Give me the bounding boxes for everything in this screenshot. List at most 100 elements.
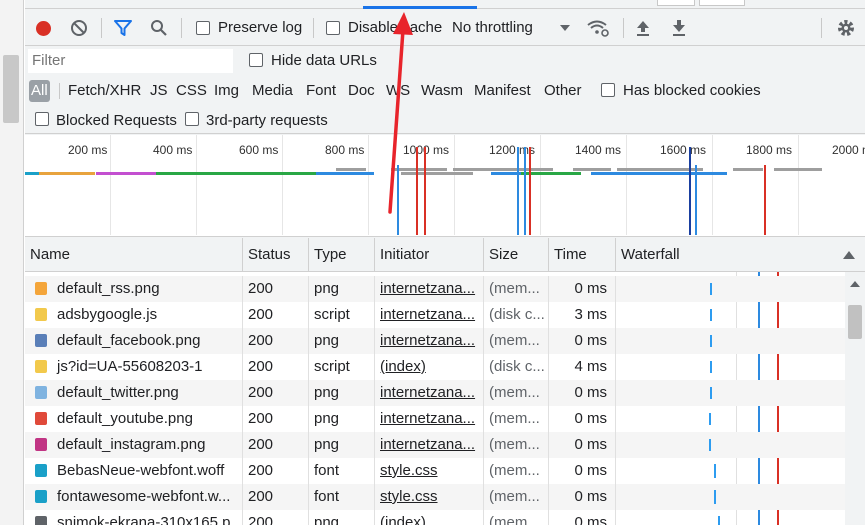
network-settings-button[interactable] [836,18,856,38]
request-name-text: adsbygoogle.js [57,306,158,323]
timeline-gridline [798,135,799,235]
request-initiator[interactable]: style.css [375,484,484,510]
image-icon [35,412,47,425]
clear-button[interactable] [69,18,89,38]
waterfall-bar [714,490,716,504]
filter-bar: Hide data URLs [25,47,865,75]
blocked-requests-checkbox[interactable] [35,112,49,126]
column-header-name[interactable]: Name [25,238,243,272]
request-status: 200 [243,354,309,380]
request-name-text: default_facebook.png [57,332,201,349]
table-scrollbar[interactable] [845,272,865,525]
request-initiator[interactable]: internetzana... [375,432,484,458]
request-name: BebasNeue-webfont.woff [25,458,243,484]
timeline-tick-label: 800 ms [325,143,365,157]
has-blocked-cookies-checkbox[interactable] [601,83,615,97]
request-initiator[interactable]: internetzana... [375,328,484,354]
column-header-status[interactable]: Status [243,238,309,272]
search-button[interactable] [149,18,169,38]
column-header-time[interactable]: Time [549,238,616,272]
scroll-up-arrow-icon[interactable] [850,281,860,287]
left-scrollbar-thumb[interactable] [3,55,19,123]
request-initiator[interactable]: internetzana... [375,406,484,432]
request-size: (mem... [484,406,549,432]
table-row[interactable]: default_instagram.png 200 png internetzana.… [25,432,845,458]
type-filter-manifest[interactable]: Manifest [474,80,531,102]
table-rows: default_rss.png 200 png internetzana... (mem… [25,276,845,525]
panel-tab-strip [25,0,865,9]
tab-box[interactable] [699,0,745,6]
timeline-gridline [196,135,197,235]
request-size: (mem... [484,510,549,525]
table-row[interactable]: default_rss.png 200 png internetzana... (mem… [25,276,845,302]
table-row[interactable]: fontawesome-webfont.w... 200 font style.css… [25,484,845,510]
timeline-tick-label: 1600 ms [660,143,707,157]
hide-data-urls-checkbox[interactable] [249,53,263,67]
request-time: 0 ms [549,432,616,458]
request-initiator[interactable]: (index) [375,510,484,525]
column-header-initiator[interactable]: Initiator [375,238,484,272]
type-filter-ws[interactable]: WS [386,80,410,102]
image-icon [35,516,47,525]
type-filter-font[interactable]: Font [306,80,336,102]
third-party-requests-checkbox[interactable] [185,112,199,126]
type-filter-doc[interactable]: Doc [348,80,375,102]
throttling-select[interactable]: No throttling [452,19,533,36]
disable-cache-checkbox[interactable] [326,21,340,35]
table-row[interactable]: default_facebook.png 200 png internetzana..… [25,328,845,354]
type-filter-js[interactable]: JS [150,80,168,102]
toolbar-divider [821,18,822,38]
request-size: (mem... [484,276,549,302]
table-row[interactable]: BebasNeue-webfont.woff 200 font style.css (m… [25,458,845,484]
export-har-button[interactable] [669,18,689,38]
preserve-log-checkbox[interactable] [196,21,210,35]
request-name: js?id=UA-55608203-1 [25,354,243,380]
timeline-bar [591,172,657,175]
column-header-size[interactable]: Size [484,238,549,272]
request-initiator[interactable]: style.css [375,458,484,484]
tab-box[interactable] [657,0,695,6]
table-row[interactable]: snimok-ekrana-310x165.p... 200 png (index)(… [25,510,845,525]
record-button[interactable] [33,18,53,38]
timeline-gridline [540,135,541,235]
chevron-down-icon[interactable] [559,24,571,32]
request-name-text: default_instagram.png [57,436,206,453]
has-blocked-cookies-label: Has blocked cookies [623,82,761,99]
type-filter-fetch-xhr[interactable]: Fetch/XHR [68,80,141,102]
filter-icon [114,20,132,36]
dom-content-loaded-marker [524,147,526,235]
type-filter-all[interactable]: All [29,80,50,102]
type-filter-css[interactable]: CSS [176,80,207,102]
sort-ascending-icon[interactable] [843,251,855,259]
table-row[interactable]: adsbygoogle.js 200 script internetzana... (d… [25,302,845,328]
request-initiator[interactable]: internetzana... [375,380,484,406]
image-icon [35,282,47,295]
type-filter-img[interactable]: Img [214,80,239,102]
request-size: (mem... [484,380,549,406]
timeline-overview[interactable]: 200 ms 400 ms 600 ms 800 ms 1000 ms 1200… [25,135,865,237]
column-header-waterfall[interactable]: Waterfall [616,238,865,272]
toolbar-divider [181,18,182,38]
disable-cache-label: Disable cache [348,19,443,36]
request-initiator[interactable]: (index) [375,354,484,380]
request-initiator[interactable]: internetzana... [375,276,484,302]
column-header-type[interactable]: Type [309,238,375,272]
request-size: (mem... [484,458,549,484]
timeline-bar [401,172,473,175]
table-row[interactable]: default_twitter.png 200 png internetzana...… [25,380,845,406]
request-initiator[interactable]: internetzana... [375,302,484,328]
type-filter-wasm[interactable]: Wasm [421,80,463,102]
type-filter-other[interactable]: Other [544,80,582,102]
table-scrollbar-thumb[interactable] [848,305,862,339]
waterfall-bar [710,387,712,399]
table-row[interactable]: js?id=UA-55608203-1 200 script (index) (disk… [25,354,845,380]
filter-toggle-button[interactable] [113,18,133,38]
type-filter-media[interactable]: Media [252,80,293,102]
record-icon [35,20,51,36]
request-name-text: default_twitter.png [57,384,179,401]
request-status: 200 [243,432,309,458]
network-conditions-button[interactable] [585,18,611,38]
import-har-button[interactable] [633,18,653,38]
filter-input[interactable] [28,49,233,73]
table-row[interactable]: default_youtube.png 200 png internetzana...… [25,406,845,432]
